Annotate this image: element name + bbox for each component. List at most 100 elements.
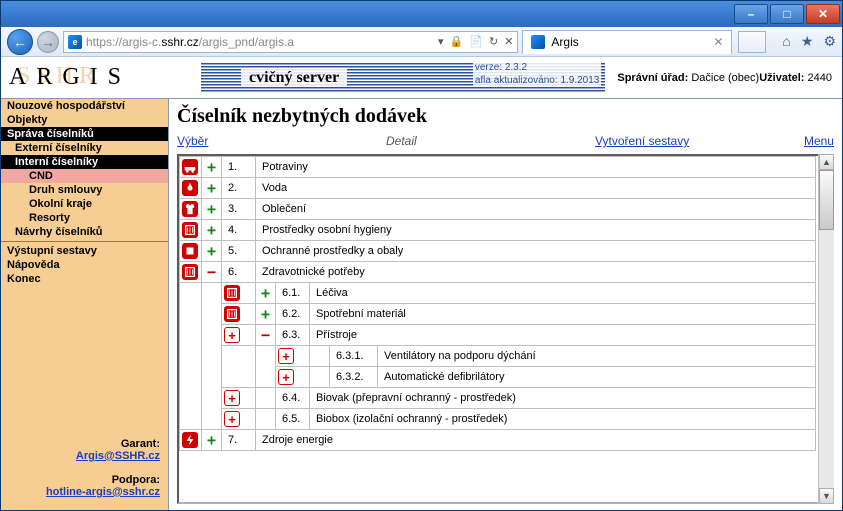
- tree-row-2[interactable]: + 2. Voda: [180, 178, 816, 199]
- garant-link[interactable]: Argis@SSHR.cz: [76, 450, 160, 462]
- sidebar-item-nouzove[interactable]: Nouzové hospodářství: [1, 99, 168, 113]
- window-close-button[interactable]: ✕: [806, 4, 840, 24]
- app-header: SSHR ARGIS cvičný server verze: 2.3.2 af…: [1, 57, 842, 99]
- page-title: Číselník nezbytných dodávek: [177, 103, 834, 132]
- leaf-spacer: [256, 388, 276, 409]
- medical-icon: [182, 264, 198, 280]
- ie-icon: e: [68, 35, 82, 49]
- sidebar-item-objekty[interactable]: Objekty: [1, 113, 168, 127]
- leaf-spacer: [310, 346, 330, 367]
- compat-icon[interactable]: 📄: [469, 35, 483, 48]
- hygiene-icon: [182, 222, 198, 238]
- training-server-label: cvičný server: [241, 69, 347, 87]
- collapse-icon[interactable]: −: [256, 325, 276, 346]
- scroll-thumb[interactable]: [819, 170, 834, 230]
- cross-icon: [278, 369, 294, 385]
- nav-forward-button[interactable]: →: [37, 31, 59, 53]
- sidebar-item-cnd[interactable]: CND: [1, 169, 168, 183]
- energy-icon: [182, 432, 198, 448]
- tree-row-6-3-1[interactable]: 6.3.1. Ventilátory na podporu dýchání: [180, 346, 816, 367]
- sidebar-item-navrhy[interactable]: Návrhy číselníků: [1, 225, 168, 239]
- tree-row-1[interactable]: + 1. Potraviny: [180, 157, 816, 178]
- tree-row-6-1[interactable]: + 6.1. Léčiva: [180, 283, 816, 304]
- scroll-up-icon[interactable]: ▲: [819, 154, 834, 170]
- expand-icon[interactable]: +: [256, 304, 276, 325]
- expand-icon[interactable]: +: [202, 199, 222, 220]
- cross-icon: [224, 327, 240, 343]
- podpora-label: Podpora:: [112, 474, 160, 486]
- user-info: Správní úřad: Dačice (obec)Uživatel: 244…: [605, 72, 832, 84]
- podpora-link[interactable]: hotline-argis@sshr.cz: [46, 486, 160, 498]
- water-icon: [182, 180, 198, 196]
- expand-icon[interactable]: +: [202, 220, 222, 241]
- window-maximize-button[interactable]: □: [770, 4, 804, 24]
- refresh-icon[interactable]: ↻: [489, 35, 498, 48]
- tree-row-6[interactable]: − 6. Zdravotnické potřeby: [180, 262, 816, 283]
- nav-back-button[interactable]: ←: [7, 29, 33, 55]
- sidebar-item-sprava[interactable]: Správa číselníků: [1, 127, 168, 141]
- scroll-down-icon[interactable]: ▼: [819, 488, 834, 504]
- sidebar-item-konec[interactable]: Konec: [1, 272, 168, 286]
- home-icon[interactable]: ⌂: [782, 33, 790, 50]
- page-content: SSHR ARGIS cvičný server verze: 2.3.2 af…: [1, 57, 842, 510]
- window-titlebar: – □ ✕: [1, 1, 842, 27]
- tab-detail: Detail: [386, 134, 417, 148]
- tree-row-6-4[interactable]: 6.4. Biovak (přepravní ochranný - prostř…: [180, 388, 816, 409]
- cross-icon: [278, 348, 294, 364]
- server-banner: cvičný server verze: 2.3.2 afla aktualiz…: [201, 63, 605, 93]
- cross-icon: [224, 390, 240, 406]
- expand-icon[interactable]: +: [256, 283, 276, 304]
- browser-tab[interactable]: Argis ✕: [522, 30, 732, 54]
- main-pane: Číselník nezbytných dodávek Výběr Detail…: [169, 99, 842, 510]
- expand-icon[interactable]: +: [202, 157, 222, 178]
- new-tab-button[interactable]: [738, 31, 766, 53]
- favorites-icon[interactable]: ★: [801, 33, 814, 50]
- tree-row-6-2[interactable]: + 6.2. Spotřební materiál: [180, 304, 816, 325]
- tree-row-6-3[interactable]: − 6.3. Přístroje: [180, 325, 816, 346]
- menu-link[interactable]: Menu: [804, 134, 834, 148]
- food-icon: [182, 159, 198, 175]
- tree-row-6-5[interactable]: 6.5. Biobox (izolační ochranný - prostře…: [180, 409, 816, 430]
- protection-icon: [182, 243, 198, 259]
- expand-icon[interactable]: +: [202, 430, 222, 451]
- logo-main: ARGIS: [9, 64, 131, 91]
- lock-icon[interactable]: 🔒: [450, 35, 464, 48]
- tree-row-3[interactable]: + 3. Oblečení: [180, 199, 816, 220]
- tree-row-6-3-2[interactable]: 6.3.2. Automatické defibrilátory: [180, 367, 816, 388]
- collapse-icon[interactable]: −: [202, 262, 222, 283]
- garant-label: Garant:: [121, 438, 160, 450]
- tab-title: Argis: [551, 35, 578, 49]
- tools-icon[interactable]: ⚙: [823, 33, 836, 50]
- view-tabs: Výběr Detail Vytvoření sestavy Menu: [177, 132, 834, 154]
- expand-icon[interactable]: +: [202, 241, 222, 262]
- cross-icon: [224, 411, 240, 427]
- address-bar[interactable]: e https://argis-c.sshr.cz/argis_pnd/argi…: [63, 31, 518, 53]
- version-info: verze: 2.3.2 afla aktualizováno: 1.9.201…: [473, 61, 602, 87]
- expand-icon[interactable]: +: [202, 178, 222, 199]
- sidebar-item-napoveda[interactable]: Nápověda: [1, 258, 168, 272]
- sidebar-item-externi[interactable]: Externí číselníky: [1, 141, 168, 155]
- sidebar-item-vystupni[interactable]: Výstupní sestavy: [1, 244, 168, 258]
- dropdown-icon[interactable]: ▾: [438, 35, 444, 48]
- tree-row-4[interactable]: + 4. Prostředky osobní hygieny: [180, 220, 816, 241]
- sidebar-item-interni[interactable]: Interní číselníky: [1, 155, 168, 169]
- tab-close-icon[interactable]: ✕: [713, 35, 723, 49]
- tab-vytvoreni[interactable]: Vytvoření sestavy: [595, 134, 689, 148]
- sidebar-item-druh[interactable]: Druh smlouvy: [1, 183, 168, 197]
- tree-table: + 1. Potraviny + 2. Voda +: [179, 156, 816, 451]
- clothing-icon: [182, 201, 198, 217]
- window-minimize-button[interactable]: –: [734, 4, 768, 24]
- tree-row-5[interactable]: + 5. Ochranné prostředky a obaly: [180, 241, 816, 262]
- sidebar-item-resorty[interactable]: Resorty: [1, 211, 168, 225]
- tab-vyber[interactable]: Výběr: [177, 134, 208, 148]
- tree-view: + 1. Potraviny + 2. Voda +: [177, 154, 834, 504]
- app-logo: SSHR ARGIS: [1, 57, 201, 99]
- leaf-spacer: [310, 367, 330, 388]
- sidebar-item-okolni[interactable]: Okolní kraje: [1, 197, 168, 211]
- tree-row-7[interactable]: + 7. Zdroje energie: [180, 430, 816, 451]
- medical-sub-icon: [224, 285, 240, 301]
- browser-toolbar: ← → e https://argis-c.sshr.cz/argis_pnd/…: [1, 27, 842, 57]
- vertical-scrollbar[interactable]: ▲ ▼: [818, 154, 834, 504]
- browser-window: – □ ✕ ← → e https://argis-c.sshr.cz/argi…: [0, 0, 843, 511]
- stop-icon[interactable]: ✕: [504, 35, 513, 48]
